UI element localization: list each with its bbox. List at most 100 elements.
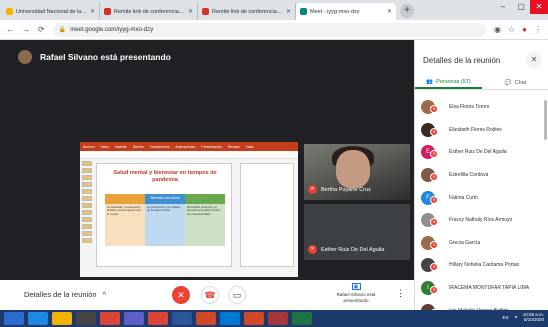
tab-chat-label: Chat bbox=[514, 79, 527, 86]
favicon-icon bbox=[202, 8, 209, 15]
slide-column: Bienestar emocional La prevención y el cu… bbox=[145, 194, 185, 246]
powerpoint-ribbon bbox=[80, 151, 298, 159]
browser-tab[interactable]: Universidad Nacional de la Amaz✕ bbox=[2, 3, 100, 20]
mic-off-icon: ✕ bbox=[308, 245, 317, 254]
participant-item[interactable]: I ✕ IRACEMA MONTUFAR TAPIA LIMA bbox=[421, 277, 545, 300]
mic-off-icon: ✕ bbox=[430, 263, 438, 272]
speaker-icon[interactable]: ◂ bbox=[514, 314, 516, 320]
participant-item[interactable]: ✕ Grecia García bbox=[421, 232, 545, 255]
tab-title: Remite link de conferencia virtual bbox=[114, 8, 185, 15]
participant-list: ✕ Elsa Flores Torres ✕ Elizabeth Flores Rob… bbox=[421, 96, 545, 322]
slide-column-header bbox=[185, 194, 225, 204]
mic-off-icon: ✕ bbox=[430, 150, 438, 159]
browser-tab[interactable]: Remite link de conferencia virtual✕ bbox=[100, 3, 198, 20]
close-tab-icon[interactable]: ✕ bbox=[387, 8, 392, 15]
ppt-icon[interactable] bbox=[196, 312, 216, 325]
participant-tile[interactable]: ✕ Bertha Puyarte Cruz bbox=[304, 144, 410, 200]
star-icon[interactable]: ☆ bbox=[508, 25, 515, 34]
chrome2-icon[interactable] bbox=[148, 312, 168, 325]
windows-icon[interactable] bbox=[4, 312, 24, 325]
menu-icon[interactable]: ⋮ bbox=[534, 25, 542, 34]
powerpoint-body: Salud mental y bienestar en tiempos de p… bbox=[80, 159, 298, 277]
participant-item[interactable]: F ✕ Fátima Curto bbox=[421, 186, 545, 209]
powerpoint-menu: Archivo Inicio Insertar Diseño Transiciones A… bbox=[80, 142, 298, 151]
word-icon[interactable] bbox=[172, 312, 192, 325]
slide-thumbnails bbox=[82, 161, 92, 245]
close-tab-icon[interactable]: ✕ bbox=[90, 8, 95, 15]
lock-icon: 🔒 bbox=[58, 27, 67, 33]
mic-off-icon: ✕ bbox=[430, 218, 438, 227]
participant-avatar: ✕ bbox=[421, 122, 438, 137]
participant-avatar: ✕ bbox=[421, 100, 438, 115]
leave-call-button[interactable]: ☎ bbox=[201, 286, 219, 304]
participant-name: Elizabeth Flores Robles bbox=[449, 126, 502, 133]
presenting-label: Rafael Silvano está presentando bbox=[336, 292, 376, 303]
language-indicator[interactable]: ES bbox=[502, 315, 508, 320]
presenter-text: Rafael Silvano está presentando bbox=[40, 52, 171, 62]
present-icon: ▣ bbox=[351, 283, 361, 290]
participant-item[interactable]: ✕ Estrellita Cordova bbox=[421, 164, 545, 187]
outlook-icon[interactable] bbox=[220, 312, 240, 325]
participant-tile[interactable]: ✕ Esther Ruiz De Del Aguila bbox=[304, 204, 410, 260]
mic-off-icon: ✕ bbox=[430, 240, 438, 249]
more-options-icon[interactable]: ⋮ bbox=[396, 288, 405, 299]
panel-scrollbar[interactable] bbox=[544, 100, 547, 140]
mic-off-icon: ✕ bbox=[308, 185, 317, 194]
explorer-icon[interactable] bbox=[52, 312, 72, 325]
back-icon[interactable]: ← bbox=[6, 25, 14, 34]
participant-avatar: E ✕ bbox=[421, 145, 438, 160]
close-window-button[interactable]: ✕ bbox=[530, 0, 548, 14]
camera-toggle-button[interactable]: ▭ bbox=[228, 286, 246, 304]
participant-avatar: ✕ bbox=[421, 258, 438, 273]
presenting-indicator[interactable]: ▣ Rafael Silvano está presentando bbox=[334, 283, 378, 303]
maximize-button[interactable]: ▢ bbox=[512, 0, 530, 14]
mic-toggle-button[interactable]: ✕ bbox=[172, 286, 190, 304]
panel-title: Detalles de la reunión bbox=[423, 56, 501, 65]
access-icon[interactable] bbox=[268, 312, 288, 325]
teams-icon[interactable] bbox=[124, 312, 144, 325]
participant-avatar: I ✕ bbox=[421, 281, 438, 296]
close-tab-icon[interactable]: ✕ bbox=[188, 8, 193, 15]
browser-tab[interactable]: Meet - iyyg-mxo-dzy ✕ bbox=[296, 3, 396, 20]
favicon-icon bbox=[6, 8, 13, 15]
tab-people[interactable]: 👥 Personas (57) bbox=[415, 76, 482, 89]
media-icon[interactable] bbox=[76, 312, 96, 325]
presenter-avatar bbox=[18, 50, 32, 64]
forward-icon[interactable]: → bbox=[22, 25, 30, 34]
participant-item[interactable]: ✕ Hillary Nohelia Cardama Portao bbox=[421, 254, 545, 277]
participant-name: Hillary Nohelia Cardama Portao bbox=[449, 262, 520, 269]
tab-chat[interactable]: 💬 Chat bbox=[482, 76, 548, 89]
ppt2-icon[interactable] bbox=[244, 312, 264, 325]
tab-title: Remite link de conferencia virtual bbox=[212, 8, 283, 15]
browser-tab[interactable]: Remite link de conferencia virtual✕ bbox=[198, 3, 296, 20]
participant-item[interactable]: ✕ Elsa Flores Torres bbox=[421, 96, 545, 119]
new-tab-button[interactable]: + bbox=[400, 4, 414, 18]
avatar-initial: I bbox=[427, 285, 429, 292]
chrome-icon[interactable] bbox=[100, 312, 120, 325]
close-panel-button[interactable]: ✕ bbox=[526, 52, 542, 68]
participant-avatar: F ✕ bbox=[421, 190, 438, 205]
favicon-icon bbox=[300, 8, 307, 15]
reload-icon[interactable]: ⟳ bbox=[38, 25, 45, 34]
ie-icon[interactable] bbox=[28, 312, 48, 325]
profile-icon[interactable]: ● bbox=[522, 25, 527, 34]
participant-item[interactable]: ✕ Elizabeth Flores Robles bbox=[421, 119, 545, 142]
url-text: meet.google.com/iyyg-mxo-dzy bbox=[70, 26, 154, 33]
url-field[interactable]: 🔒 meet.google.com/iyyg-mxo-dzy bbox=[52, 22, 486, 37]
camera-icon[interactable]: ◉ bbox=[494, 25, 501, 34]
clock[interactable]: 10:59 a.m. 8/10/2020 bbox=[523, 312, 544, 323]
participant-name: Esther Ruiz De Del Aguila bbox=[449, 149, 507, 156]
close-tab-icon[interactable]: ✕ bbox=[286, 8, 291, 15]
window-controls: – ▢ ✕ bbox=[494, 0, 548, 14]
phone-icon: ☎ bbox=[204, 289, 216, 300]
participant-name: Elsa Flores Torres bbox=[449, 104, 490, 111]
meeting-stage: Rafael Silvano está presentando Archivo I… bbox=[0, 40, 414, 280]
mic-off-icon: ✕ bbox=[430, 286, 438, 295]
excel-icon[interactable] bbox=[292, 312, 312, 325]
browser-tab-bar: Universidad Nacional de la Amaz✕Remite l… bbox=[0, 0, 548, 20]
minimize-button[interactable]: – bbox=[494, 0, 512, 14]
participant-item[interactable]: E ✕ Esther Ruiz De Del Aguila bbox=[421, 141, 545, 164]
participant-avatar: ✕ bbox=[421, 235, 438, 250]
meeting-details-toggle[interactable]: Detalles de la reunión ^ bbox=[24, 290, 106, 299]
participant-item[interactable]: ✕ Fracsy Nathaly Ríos Armuyo bbox=[421, 209, 545, 232]
